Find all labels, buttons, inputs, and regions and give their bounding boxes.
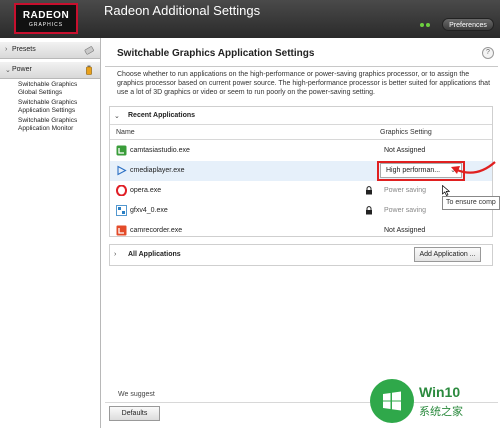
opera-icon — [116, 185, 127, 196]
app-name: camtasiastudio.exe — [130, 147, 190, 154]
chevron-down-icon: ⌄ — [5, 67, 11, 74]
tooltip: To ensure comp — [442, 196, 500, 210]
title-bar: RADEON GRAPHICS Radeon Additional Settin… — [0, 0, 500, 38]
logo-text-radeon: RADEON — [22, 10, 70, 21]
column-header-graphics-setting[interactable]: Graphics Setting — [380, 129, 432, 136]
battery-icon — [86, 65, 92, 75]
sidebar-item-application-monitor[interactable]: Switchable Graphics Application Monitor — [18, 117, 98, 133]
table-row[interactable]: camtasiastudio.exe Not Assigned — [110, 141, 492, 161]
help-icon[interactable]: ? — [482, 47, 494, 59]
sidebar-item-application-settings[interactable]: Switchable Graphics Application Settings — [18, 99, 98, 115]
mouse-cursor-icon — [442, 185, 450, 196]
recent-applications-header[interactable]: ⌄ Recent Applications — [110, 107, 492, 125]
app-title: Radeon Additional Settings — [104, 3, 261, 18]
watermark-subtitle: 系统之家 — [419, 406, 463, 418]
lock-icon — [366, 206, 372, 215]
graphics-setting-value[interactable]: Not Assigned — [384, 227, 425, 234]
chevron-right-icon: › — [114, 251, 117, 258]
table-row[interactable]: opera.exe Power saving — [110, 181, 492, 201]
camrecorder-icon — [116, 225, 127, 236]
table-row[interactable]: gfxv4_0.exe Power saving — [110, 201, 492, 221]
table-row[interactable]: camrecorder.exe Not Assigned — [110, 221, 492, 241]
chevron-down-icon: ⌄ — [114, 113, 120, 120]
chevron-right-icon: › — [5, 46, 8, 53]
sidebar-section-power[interactable]: ⌄ Power — [0, 62, 100, 79]
status-indicator-icon — [419, 21, 433, 29]
sidebar-item-global-settings[interactable]: Switchable Graphics Global Settings — [18, 81, 98, 97]
graphics-setting-value: Power saving — [384, 207, 427, 214]
footer-text: We suggest — [118, 391, 155, 398]
add-application-button[interactable]: Add Application ... — [414, 247, 481, 262]
group-title: Recent Applications — [128, 112, 196, 119]
page-title: Switchable Graphics Application Settings — [117, 48, 315, 59]
logo-text-graphics: GRAPHICS — [28, 22, 64, 28]
app-name: gfxv4_0.exe — [130, 207, 168, 214]
gfx-icon — [116, 205, 127, 216]
presets-icon — [84, 46, 94, 55]
lock-icon — [366, 186, 372, 195]
recent-applications-group: ⌄ Recent Applications Name Graphics Sett… — [109, 106, 493, 237]
column-header-name[interactable]: Name — [116, 129, 135, 136]
defaults-button[interactable]: Defaults — [109, 406, 160, 421]
divider — [110, 139, 492, 140]
sidebar: › Presets ⌄ Power Switchable Graphics Gl… — [0, 38, 101, 428]
page-description: Choose whether to run applications on th… — [117, 71, 491, 96]
windows-logo-icon — [370, 379, 414, 423]
play-icon — [117, 165, 127, 176]
sidebar-section-label: Power — [12, 66, 32, 73]
app-name: cmediaplayer.exe — [130, 167, 185, 174]
watermark-title: Win10 — [419, 384, 461, 400]
radeon-logo: RADEON GRAPHICS — [14, 3, 78, 34]
preferences-button[interactable]: Preferences — [442, 18, 494, 31]
all-applications-group[interactable]: › All Applications Add Application ... — [109, 244, 493, 266]
table-header: Name Graphics Setting — [110, 127, 492, 139]
app-name: camrecorder.exe — [130, 227, 183, 234]
graphics-setting-value: Power saving — [384, 187, 427, 194]
group-title: All Applications — [128, 251, 181, 258]
graphics-setting-value[interactable]: Not Assigned — [384, 147, 425, 154]
table-row[interactable]: cmediaplayer.exe High performan... ⌄ — [110, 161, 492, 181]
camtasia-icon — [116, 145, 127, 156]
app-name: opera.exe — [130, 187, 162, 194]
sidebar-section-label: Presets — [12, 46, 36, 53]
sidebar-section-presets[interactable]: › Presets — [0, 42, 100, 59]
main-panel: Switchable Graphics Application Settings… — [101, 38, 500, 428]
divider — [105, 66, 498, 67]
annotation-arrow-icon — [451, 161, 496, 174]
watermark: Win10 系统之家 — [370, 379, 498, 423]
